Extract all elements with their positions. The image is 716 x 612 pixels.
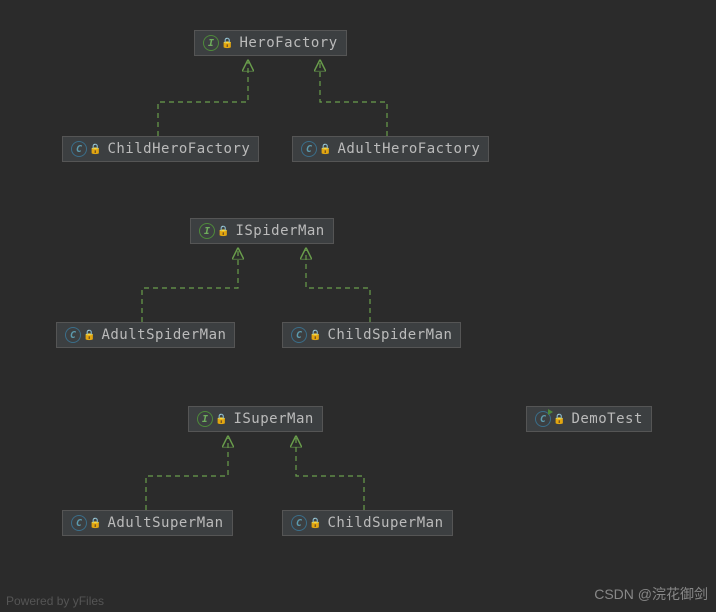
node-demotest[interactable]: C 🔒 DemoTest xyxy=(526,406,652,432)
node-label: ChildSpiderMan xyxy=(327,327,452,343)
node-label: AdultSpiderMan xyxy=(101,327,226,343)
lock-icon: 🔒 xyxy=(309,330,321,341)
node-label: ChildHeroFactory xyxy=(107,141,250,157)
class-icon: C xyxy=(65,327,81,343)
class-icon: C xyxy=(301,141,317,157)
node-isuperman[interactable]: I 🔒 ISuperMan xyxy=(188,406,323,432)
node-label: AdultSuperMan xyxy=(107,515,223,531)
lock-icon: 🔒 xyxy=(83,330,95,341)
lock-icon: 🔒 xyxy=(89,144,101,155)
class-icon: C xyxy=(71,515,87,531)
node-adult-hero-factory[interactable]: C 🔒 AdultHeroFactory xyxy=(292,136,489,162)
node-label: ChildSuperMan xyxy=(327,515,443,531)
watermark-powered-by: Powered by yFiles xyxy=(6,594,104,608)
lock-icon: 🔒 xyxy=(553,414,565,425)
node-child-spiderman[interactable]: C 🔒 ChildSpiderMan xyxy=(282,322,461,348)
class-icon: C xyxy=(291,327,307,343)
node-hero-factory[interactable]: I 🔒 HeroFactory xyxy=(194,30,347,56)
lock-icon: 🔒 xyxy=(215,414,227,425)
node-label: ISpiderMan xyxy=(235,223,324,239)
lock-icon: 🔒 xyxy=(217,226,229,237)
interface-icon: I xyxy=(203,35,219,51)
node-child-superman[interactable]: C 🔒 ChildSuperMan xyxy=(282,510,453,536)
lock-icon: 🔒 xyxy=(89,518,101,529)
node-ispiderman[interactable]: I 🔒 ISpiderMan xyxy=(190,218,334,244)
watermark-csdn: CSDN @浣花御剑 xyxy=(594,584,708,604)
class-icon: C xyxy=(291,515,307,531)
lock-icon: 🔒 xyxy=(319,144,331,155)
node-label: HeroFactory xyxy=(239,35,337,51)
node-child-hero-factory[interactable]: C 🔒 ChildHeroFactory xyxy=(62,136,259,162)
class-icon: C xyxy=(71,141,87,157)
node-label: DemoTest xyxy=(571,411,642,427)
lock-icon: 🔒 xyxy=(221,38,233,49)
node-adult-spiderman[interactable]: C 🔒 AdultSpiderMan xyxy=(56,322,235,348)
interface-icon: I xyxy=(199,223,215,239)
node-label: ISuperMan xyxy=(233,411,313,427)
node-adult-superman[interactable]: C 🔒 AdultSuperMan xyxy=(62,510,233,536)
interface-icon: I xyxy=(197,411,213,427)
lock-icon: 🔒 xyxy=(309,518,321,529)
runnable-class-icon: C xyxy=(535,411,551,427)
node-label: AdultHeroFactory xyxy=(337,141,480,157)
